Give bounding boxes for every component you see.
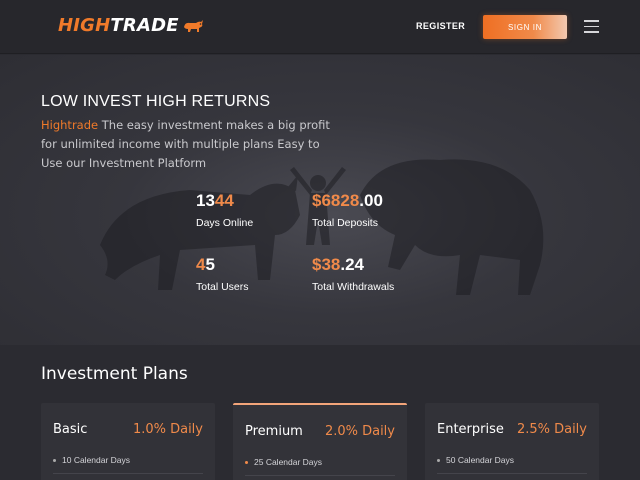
- stat-label: Total Withdrawals: [312, 281, 395, 293]
- plan-rate: 1.0% Daily: [132, 422, 203, 437]
- top-navbar: HIGHTRADE REGISTER SIGN IN: [0, 0, 640, 54]
- stat-value: $38.24: [312, 255, 365, 274]
- plan-feature: 25 Calendar Days: [245, 457, 322, 467]
- section-title: Investment Plans: [41, 364, 188, 384]
- divider: [53, 473, 203, 474]
- hero-brand: Hightrade: [41, 118, 99, 132]
- stat-total-deposits: $6828.00 Total Deposits: [312, 191, 383, 229]
- plan-name: Basic: [53, 422, 88, 437]
- bullet-icon: [437, 458, 440, 462]
- stat-label: Days Online: [196, 217, 254, 229]
- plan-card-premium[interactable]: Premium 2.0% Daily 25 Calendar Days: [233, 403, 407, 480]
- stat-total-withdrawals: $38.24 Total Withdrawals: [312, 255, 394, 293]
- bullet-icon: [245, 460, 248, 464]
- stat-total-users: 45 Total Users: [196, 255, 249, 293]
- plan-rate: 2.0% Daily: [324, 424, 395, 439]
- plan-name: Premium: [245, 424, 303, 439]
- plan-card-basic[interactable]: Basic 1.0% Daily 10 Calendar Days: [41, 403, 215, 480]
- stat-value: $6828.00: [312, 191, 383, 210]
- bull-icon: [183, 19, 203, 32]
- plan-feature: 10 Calendar Days: [53, 455, 130, 465]
- stat-value: 45: [196, 255, 215, 274]
- divider: [437, 473, 587, 474]
- stat-label: Total Users: [196, 281, 249, 293]
- hero-subtitle: Hightrade The easy investment makes a bi…: [41, 116, 341, 173]
- plan-rate: 2.5% Daily: [516, 422, 587, 437]
- hamburger-menu-icon[interactable]: [584, 20, 599, 33]
- investment-plans-section: Investment Plans Basic 1.0% Daily 10 Cal…: [0, 345, 640, 480]
- plan-name: Enterprise: [437, 422, 504, 437]
- hero-title: LOW INVEST HIGH RETURNS: [41, 93, 271, 110]
- bullet-icon: [53, 458, 56, 462]
- stat-days-online: 1344 Days Online: [196, 191, 253, 229]
- plan-card-enterprise[interactable]: Enterprise 2.5% Daily 50 Calendar Days: [425, 403, 599, 480]
- stat-value: 1344: [196, 191, 234, 210]
- sign-in-button[interactable]: SIGN IN: [483, 15, 567, 39]
- hero-section: LOW INVEST HIGH RETURNS Hightrade The ea…: [0, 55, 640, 345]
- plan-feature: 50 Calendar Days: [437, 455, 514, 465]
- site-logo[interactable]: HIGHTRADE: [58, 15, 204, 36]
- divider: [245, 475, 395, 476]
- register-link[interactable]: REGISTER: [416, 21, 465, 31]
- logo-text: HIGHTRADE: [58, 15, 179, 36]
- stat-label: Total Deposits: [312, 217, 378, 229]
